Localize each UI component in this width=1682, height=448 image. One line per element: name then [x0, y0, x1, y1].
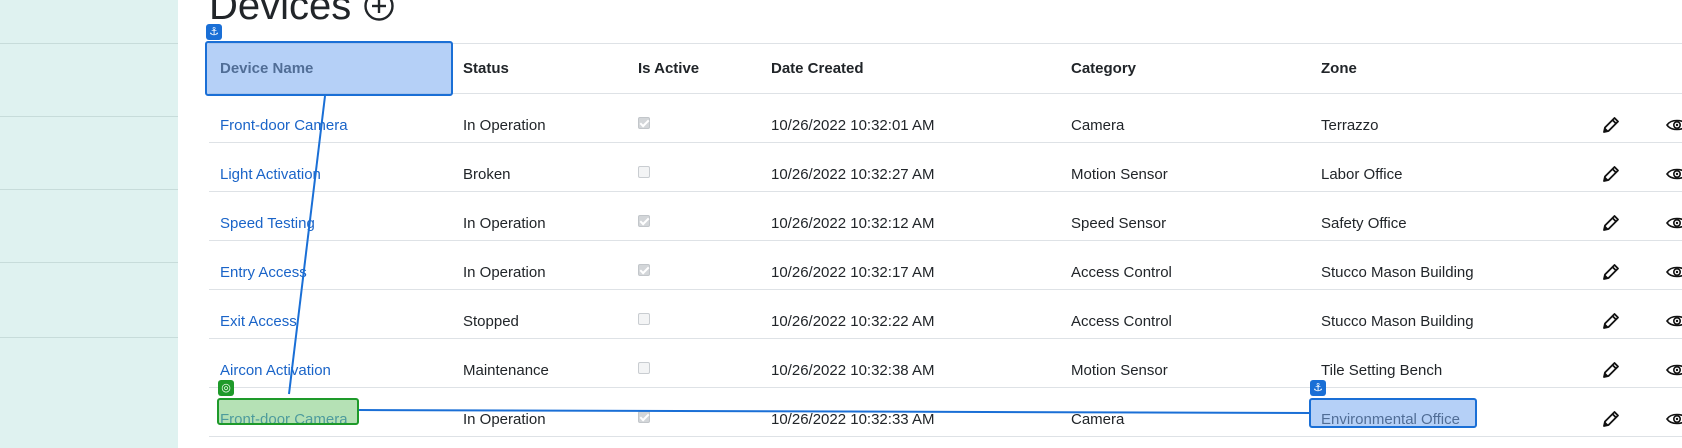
row-divider: [209, 338, 1682, 339]
row-divider: [209, 191, 1682, 192]
eye-view-icon[interactable]: [1666, 261, 1682, 283]
device-name-header-highlight: [205, 41, 453, 96]
status-cell: In Operation: [463, 215, 546, 232]
sidebar-divider: [0, 43, 178, 44]
eye-view-icon[interactable]: [1666, 212, 1682, 234]
status-cell: Broken: [463, 166, 511, 183]
column-header[interactable]: Category: [1071, 60, 1136, 78]
category-cell: Speed Sensor: [1071, 215, 1167, 232]
sidebar-divider: [0, 262, 178, 263]
pencil-edit-icon[interactable]: [1600, 310, 1622, 332]
pencil-edit-icon[interactable]: [1600, 114, 1622, 136]
connector-line: [288, 95, 326, 395]
eye-view-icon[interactable]: [1666, 408, 1682, 430]
column-header[interactable]: Date Created: [771, 60, 864, 78]
zone-cell: Tile Setting Bench: [1321, 362, 1443, 379]
device-name-link[interactable]: Exit Access: [220, 313, 297, 331]
device-name-link[interactable]: Aircon Activation: [220, 362, 331, 380]
category-cell: Motion Sensor: [1071, 166, 1168, 183]
status-cell: In Operation: [463, 117, 546, 134]
zone-cell: Stucco Mason Building: [1321, 264, 1474, 281]
date-created-cell: 10/26/2022 10:32:01 AM: [771, 117, 935, 134]
pencil-edit-icon[interactable]: [1600, 359, 1622, 381]
target-cell-highlight: [1309, 398, 1477, 428]
row-divider: [209, 142, 1682, 143]
zone-cell: Labor Office: [1321, 166, 1403, 183]
is-active-checkbox: [638, 313, 650, 325]
category-cell: Access Control: [1071, 264, 1172, 281]
status-cell: In Operation: [463, 264, 546, 281]
anchor-icon: ⚓: [206, 24, 222, 40]
status-cell: Stopped: [463, 313, 519, 330]
sidebar-divider: [0, 116, 178, 117]
pencil-edit-icon[interactable]: [1600, 212, 1622, 234]
pencil-edit-icon[interactable]: [1600, 408, 1622, 430]
row-divider: [209, 387, 1682, 388]
category-cell: Camera: [1071, 411, 1125, 428]
status-cell: Maintenance: [463, 362, 549, 379]
is-active-checkbox: [638, 411, 650, 423]
device-name-link[interactable]: Entry Access: [220, 264, 307, 282]
page-title: Devices: [209, 0, 352, 28]
device-name-link[interactable]: Speed Testing: [220, 215, 315, 233]
row-divider: [209, 240, 1682, 241]
eye-view-icon[interactable]: [1666, 114, 1682, 136]
sidebar-divider: [0, 189, 178, 190]
eye-view-icon[interactable]: [1666, 310, 1682, 332]
device-name-link[interactable]: Light Activation: [220, 166, 321, 184]
date-created-cell: 10/26/2022 10:32:27 AM: [771, 166, 935, 183]
target-icon: ◎: [218, 380, 234, 396]
plus-circle-icon[interactable]: [363, 0, 395, 22]
column-header[interactable]: Is Active: [638, 60, 699, 78]
eye-view-icon[interactable]: [1666, 359, 1682, 381]
is-active-checkbox: [638, 215, 650, 227]
category-cell: Access Control: [1071, 313, 1172, 330]
date-created-cell: 10/26/2022 10:32:22 AM: [771, 313, 935, 330]
pencil-edit-icon[interactable]: [1600, 163, 1622, 185]
column-header[interactable]: Zone: [1321, 60, 1357, 78]
zone-cell: Terrazzo: [1321, 117, 1379, 134]
date-created-cell: 10/26/2022 10:32:33 AM: [771, 411, 935, 428]
date-created-cell: 10/26/2022 10:32:12 AM: [771, 215, 935, 232]
is-active-checkbox: [638, 166, 650, 178]
row-divider: [209, 436, 1682, 437]
category-cell: Camera: [1071, 117, 1125, 134]
zone-cell: Safety Office: [1321, 215, 1407, 232]
is-active-checkbox: [638, 362, 650, 374]
sidebar-divider: [0, 337, 178, 338]
category-cell: Motion Sensor: [1071, 362, 1168, 379]
is-active-checkbox: [638, 117, 650, 129]
eye-view-icon[interactable]: [1666, 163, 1682, 185]
sidebar: [0, 0, 178, 448]
anchor-icon: ⚓: [1310, 380, 1326, 396]
zone-cell: Stucco Mason Building: [1321, 313, 1474, 330]
row-divider: [209, 289, 1682, 290]
date-created-cell: 10/26/2022 10:32:17 AM: [771, 264, 935, 281]
is-active-checkbox: [638, 264, 650, 276]
source-cell-highlight: [217, 398, 359, 425]
pencil-edit-icon[interactable]: [1600, 261, 1622, 283]
status-cell: In Operation: [463, 411, 546, 428]
date-created-cell: 10/26/2022 10:32:38 AM: [771, 362, 935, 379]
column-header[interactable]: Status: [463, 60, 509, 78]
device-name-link[interactable]: Front-door Camera: [220, 117, 348, 135]
page-heading: Devices: [209, 0, 395, 26]
